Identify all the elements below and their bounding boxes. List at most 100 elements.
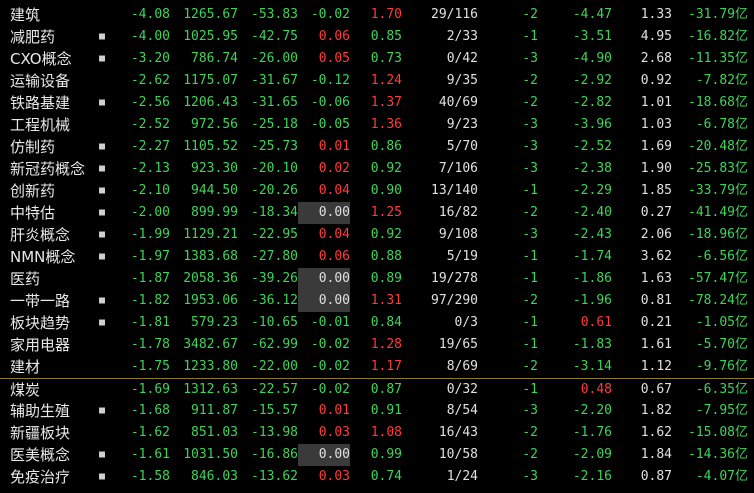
table-row[interactable]: 中特估 ■ -2.00 899.99 -18.34 0.00 1.25 16/82 -2 -2.4…	[0, 202, 754, 224]
marker-icon: ■	[98, 141, 106, 152]
rise-count-total: 19/278	[431, 271, 478, 286]
table-row[interactable]: 煤炭 -1.69 1312.63 -22.57 -0.02 0.87 0/32 -1 0.48 0…	[0, 378, 754, 401]
consecutive-days: -2	[522, 447, 538, 462]
speed: -0.06	[310, 95, 350, 110]
table-row[interactable]: 肝炎概念 ■ -1.99 1129.21 -22.95 0.04 0.92 9/108 -3 -2…	[0, 224, 754, 246]
consecutive-days: -2	[522, 95, 538, 110]
table-row[interactable]: 运输设备 -2.62 1175.07 -31.67 -0.12 1.24 9/35 -2 -2.…	[0, 70, 754, 92]
table-row[interactable]: 医药 -1.87 2058.36 -39.26 0.00 0.89 19/278 -1 -1.8…	[0, 268, 754, 290]
net-inflow: -41.49亿	[688, 205, 748, 220]
sector-name: 仿制药	[10, 138, 56, 156]
table-row[interactable]: NMN概念 ■ -1.97 1383.68 -27.80 0.06 0.88 5/19 -1 -1…	[0, 246, 754, 268]
table-row[interactable]: 辅助生殖 ■ -1.68 911.87 -15.57 0.01 0.91 8/54 -3 -2.2…	[0, 400, 754, 422]
three-day-change: -4.47	[572, 7, 612, 22]
three-day-change: -2.92	[572, 73, 612, 88]
sector-name: 肝炎概念	[10, 226, 71, 244]
index-price: 846.03	[191, 469, 238, 484]
volume-ratio: 0.86	[370, 139, 402, 154]
net-inflow: -1.05亿	[695, 315, 748, 330]
consecutive-days: -1	[522, 337, 538, 352]
table-row[interactable]: 工程机械 -2.52 972.56 -25.18 -0.05 1.36 9/23 -3 -3.9…	[0, 114, 754, 136]
marker-icon: ■	[98, 471, 106, 482]
net-inflow: -20.48亿	[688, 139, 748, 154]
table-row[interactable]: 建材 -1.75 1233.80 -22.00 -0.02 1.17 8/69 -2 -3.14…	[0, 356, 754, 378]
turnover-rate: 1.61	[640, 337, 672, 352]
consecutive-days: -2	[522, 359, 538, 374]
change-percent: -1.97	[130, 249, 170, 264]
change-value: -27.80	[251, 249, 298, 264]
index-price: 1175.07	[183, 73, 238, 88]
rise-count-total: 0/32	[446, 382, 478, 397]
table-row[interactable]: 医美概念 ■ -1.61 1031.50 -16.86 0.00 0.99 10/58 -2 -2…	[0, 444, 754, 466]
table-row[interactable]: 家用电器 -1.78 3482.67 -62.99 -0.02 1.28 19/65 -1 -1…	[0, 334, 754, 356]
sector-quote-table: 建筑 -4.08 1265.67 -53.83 -0.02 1.70 29/116 -2 -4.…	[0, 0, 754, 493]
table-row[interactable]: 新疆板块 -1.62 851.03 -13.98 0.03 1.08 16/43 -2 -1.7…	[0, 422, 754, 444]
turnover-rate: 0.27	[640, 205, 672, 220]
speed: -0.02	[310, 359, 350, 374]
turnover-rate: 1.03	[640, 117, 672, 132]
table-row[interactable]: 板块趋势 ■ -1.81 579.23 -10.65 -0.01 0.84 0/3 -1 0.61…	[0, 312, 754, 334]
speed: 0.02	[318, 161, 350, 176]
speed: 0.03	[318, 469, 350, 484]
change-percent: -1.68	[130, 403, 170, 418]
volume-ratio: 0.92	[370, 227, 402, 242]
three-day-change: -1.83	[572, 337, 612, 352]
marker-icon: ■	[98, 251, 106, 262]
turnover-rate: 0.81	[640, 293, 672, 308]
consecutive-days: -3	[522, 403, 538, 418]
table-row[interactable]: 一带一路 ■ -1.82 1953.06 -36.12 0.00 1.31 97/290 -2 -…	[0, 290, 754, 312]
table-row[interactable]: 建筑 -4.08 1265.67 -53.83 -0.02 1.70 29/116 -2 -4.…	[0, 4, 754, 26]
net-inflow: -6.35亿	[695, 382, 748, 397]
volume-ratio: 0.74	[370, 469, 402, 484]
table-row[interactable]: CXO概念 ■ -3.20 786.74 -26.00 0.05 0.73 0/42 -3 -4.…	[0, 48, 754, 70]
consecutive-days: -1	[522, 271, 538, 286]
turnover-rate: 1.82	[640, 403, 672, 418]
consecutive-days: -1	[522, 315, 538, 330]
table-row[interactable]: 新冠药概念 ■ -2.13 923.30 -20.10 0.02 0.92 7/106 -3 -2…	[0, 158, 754, 180]
volume-ratio: 1.24	[370, 73, 402, 88]
table-row[interactable]: 免疫治疗 ■ -1.58 846.03 -13.62 0.03 0.74 1/24 -3 -2.1…	[0, 466, 754, 488]
table-row[interactable]: 减肥药 ■ -4.00 1025.95 -42.75 0.06 0.85 2/33 -1 -3.5…	[0, 26, 754, 48]
sector-name: 减肥药	[10, 28, 56, 46]
index-price: 899.99	[191, 205, 238, 220]
sector-name: 家用电器	[10, 336, 71, 354]
volume-ratio: 0.92	[370, 161, 402, 176]
net-inflow: -25.83亿	[688, 161, 748, 176]
speed: -0.02	[310, 337, 350, 352]
table-row[interactable]: 创新药 ■ -2.10 944.50 -20.26 0.04 0.90 13/140 -1 -2.…	[0, 180, 754, 202]
index-price: 786.74	[191, 51, 238, 66]
change-value: -31.65	[251, 95, 298, 110]
change-percent: -1.58	[130, 469, 170, 484]
table-row[interactable]: 仿制药 ■ -2.27 1105.52 -25.73 0.01 0.86 5/70 -3 -2.5…	[0, 136, 754, 158]
net-inflow: -4.07亿	[695, 469, 748, 484]
sector-name: 免疫治疗	[10, 468, 71, 486]
change-value: -22.95	[251, 227, 298, 242]
change-percent: -2.52	[130, 117, 170, 132]
sector-name: 板块趋势	[10, 314, 71, 332]
index-price: 851.03	[191, 425, 238, 440]
volume-ratio: 1.31	[370, 293, 402, 308]
change-percent: -1.99	[130, 227, 170, 242]
speed: 0.04	[318, 183, 350, 198]
rise-count-total: 8/54	[446, 403, 478, 418]
change-value: -31.67	[251, 73, 298, 88]
net-inflow: -16.82亿	[688, 29, 748, 44]
turnover-rate: 1.85	[640, 183, 672, 198]
net-inflow: -11.35亿	[688, 51, 748, 66]
marker-icon: ■	[98, 53, 106, 64]
change-value: -39.26	[251, 271, 298, 286]
three-day-change: -2.52	[572, 139, 612, 154]
turnover-rate: 2.06	[640, 227, 672, 242]
change-value: -10.65	[251, 315, 298, 330]
change-percent: -1.62	[130, 425, 170, 440]
table-row[interactable]: 铁路基建 ■ -2.56 1206.43 -31.65 -0.06 1.37 40/69 -2 -…	[0, 92, 754, 114]
change-value: -53.83	[251, 7, 298, 22]
index-price: 972.56	[191, 117, 238, 132]
volume-ratio: 0.91	[370, 403, 402, 418]
marker-icon: ■	[98, 207, 106, 218]
net-inflow: -78.24亿	[688, 293, 748, 308]
change-percent: -2.10	[130, 183, 170, 198]
rise-count-total: 9/108	[438, 227, 478, 242]
volume-ratio: 0.99	[370, 447, 402, 462]
volume-ratio: 1.37	[370, 95, 402, 110]
